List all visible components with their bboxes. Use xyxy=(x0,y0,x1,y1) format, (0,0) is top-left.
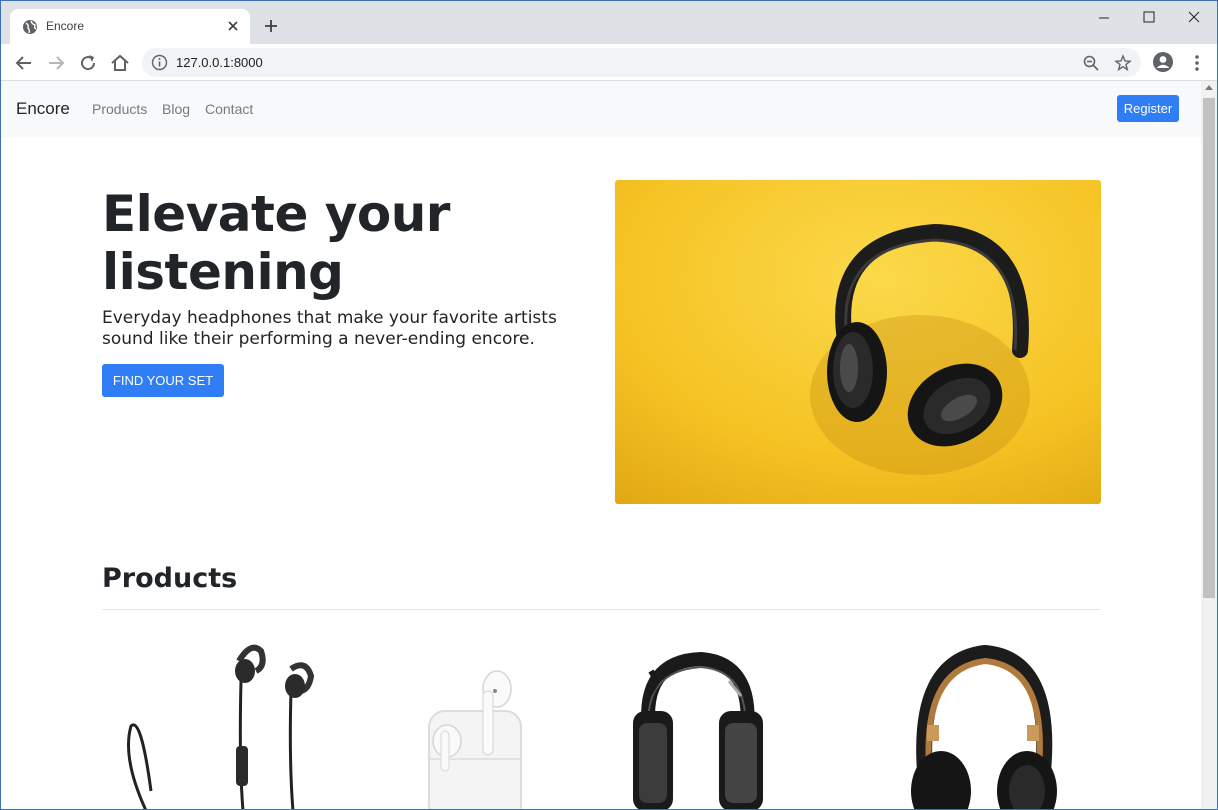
hero-subtitle: Everyday headphones that make your favor… xyxy=(102,308,557,349)
site-navbar: Encore Products Blog Contact Register xyxy=(1,81,1201,137)
product-card[interactable] xyxy=(621,641,771,809)
url-text[interactable]: 127.0.0.1:8000 xyxy=(176,55,263,70)
nav-link-blog[interactable]: Blog xyxy=(162,101,190,117)
tab-title: Encore xyxy=(46,19,85,33)
nav-link-products[interactable]: Products xyxy=(92,101,147,117)
info-icon[interactable] xyxy=(151,54,168,71)
plus-icon[interactable] xyxy=(261,16,281,36)
title-bar: Encore xyxy=(1,1,1217,44)
profile-icon[interactable] xyxy=(1152,51,1174,73)
scroll-thumb[interactable] xyxy=(1203,98,1215,598)
hero-title: Elevate your listening xyxy=(102,185,450,301)
star-icon[interactable] xyxy=(1114,54,1132,72)
reload-icon[interactable] xyxy=(76,51,100,75)
products-heading: Products xyxy=(102,563,238,594)
scroll-up-icon[interactable] xyxy=(1205,85,1213,90)
product-card[interactable] xyxy=(907,641,1057,809)
window-close-icon[interactable] xyxy=(1171,5,1217,31)
home-icon[interactable] xyxy=(108,51,132,75)
find-your-set-button[interactable]: FIND YOUR SET xyxy=(102,364,224,397)
brand-link[interactable]: Encore xyxy=(16,99,70,119)
globe-icon xyxy=(23,20,37,34)
section-divider xyxy=(102,609,1101,610)
minimize-icon[interactable] xyxy=(1081,5,1127,31)
hero-image xyxy=(615,180,1101,504)
zoom-icon[interactable] xyxy=(1082,54,1100,72)
address-bar[interactable]: 127.0.0.1:8000 xyxy=(142,48,1141,77)
product-card[interactable] xyxy=(111,641,321,809)
forward-icon[interactable] xyxy=(44,51,68,75)
browser-tab[interactable]: Encore xyxy=(10,9,250,44)
browser-window: Encore 127.0.0.1:8000 Encore Products Bl… xyxy=(0,0,1218,810)
register-button[interactable]: Register xyxy=(1117,95,1179,122)
page-scrollbar[interactable] xyxy=(1201,81,1217,809)
nav-link-contact[interactable]: Contact xyxy=(205,101,253,117)
more-icon[interactable] xyxy=(1187,52,1207,74)
back-icon[interactable] xyxy=(12,51,36,75)
browser-toolbar: 127.0.0.1:8000 xyxy=(1,44,1217,81)
product-card[interactable] xyxy=(411,641,541,809)
maximize-icon[interactable] xyxy=(1126,5,1172,31)
close-icon[interactable] xyxy=(224,17,242,35)
page-viewport: Encore Products Blog Contact Register El… xyxy=(1,81,1201,809)
